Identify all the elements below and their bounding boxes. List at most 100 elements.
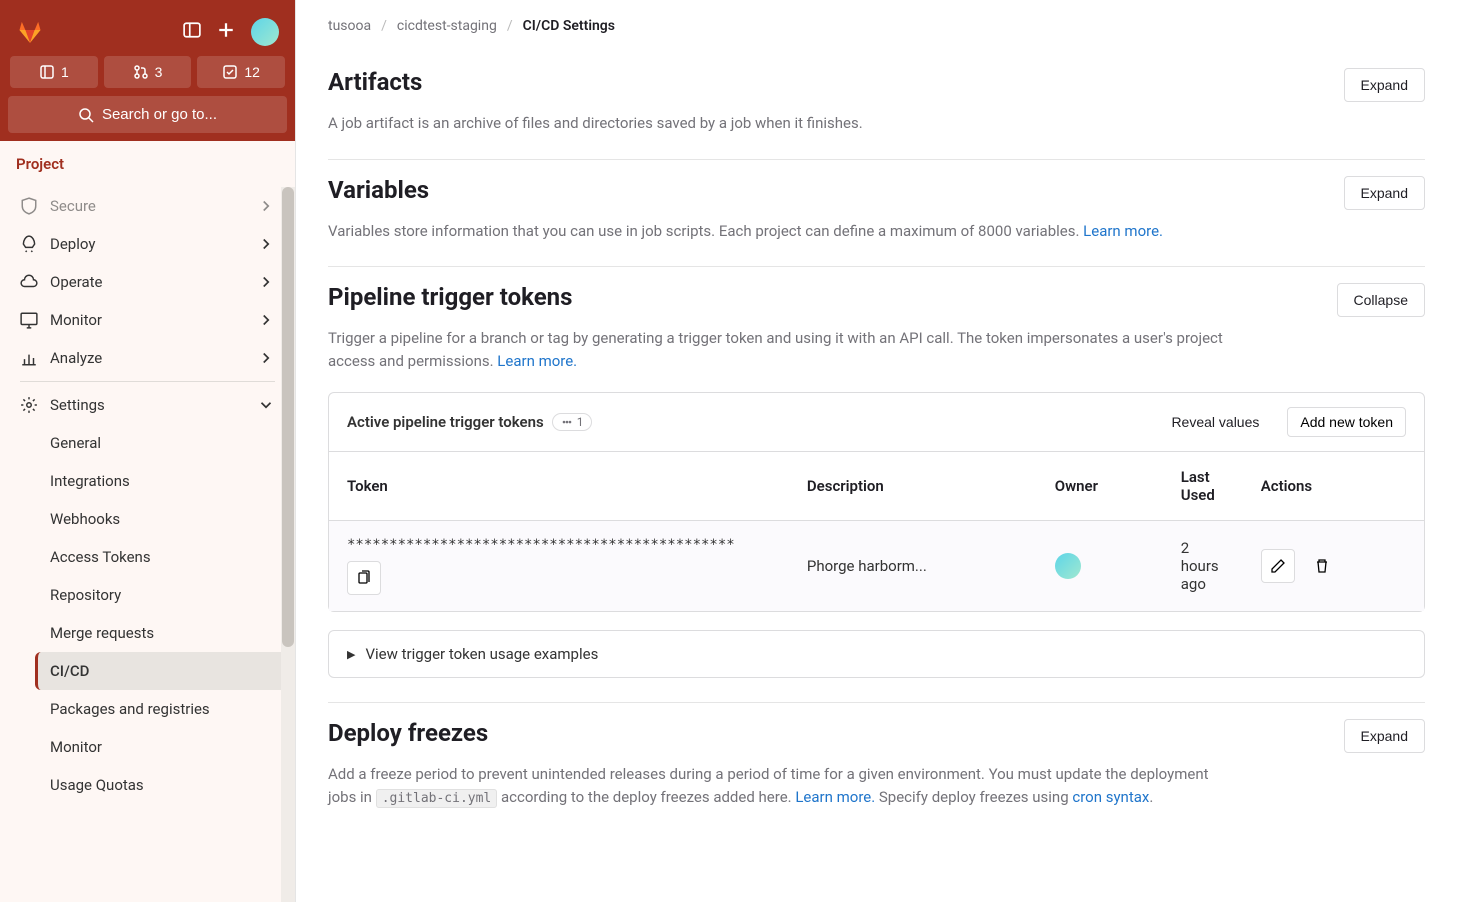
breadcrumb-item[interactable]: tusooa (328, 18, 371, 34)
user-avatar[interactable] (251, 18, 279, 46)
usage-examples-details[interactable]: View trigger token usage examples (328, 630, 1425, 678)
counter-row: 1 3 12 (8, 56, 287, 94)
section-desc: Trigger a pipeline for a branch or tag b… (328, 327, 1228, 372)
chevron-right-icon (257, 197, 275, 215)
panel-head: Active pipeline trigger tokens 1 Reveal … (329, 393, 1424, 452)
sidebar-item-analyze[interactable]: Analyze (8, 339, 287, 377)
nav-scroll: Secure Deploy Operate Monitor (0, 187, 295, 902)
learn-more-link[interactable]: Learn more. (1083, 222, 1163, 240)
owner-avatar[interactable] (1055, 553, 1081, 579)
col-actions: Actions (1243, 452, 1424, 521)
merge-requests-counter[interactable]: 3 (104, 56, 192, 88)
section-desc: Add a freeze period to prevent unintende… (328, 763, 1228, 808)
scrollbar-thumb[interactable] (282, 187, 294, 647)
code-inline: .gitlab-ci.yml (376, 789, 498, 808)
section-artifacts: Artifacts Expand A job artifact is an ar… (328, 52, 1425, 160)
sidebar-item-settings[interactable]: Settings (8, 386, 287, 424)
col-description: Description (789, 452, 1037, 521)
trash-icon (1314, 558, 1330, 574)
section-desc: A job artifact is an archive of files an… (328, 112, 1228, 135)
usage-summary[interactable]: View trigger token usage examples (329, 631, 1424, 677)
edit-token-button[interactable] (1261, 549, 1295, 583)
col-last-used: Last Used (1163, 452, 1243, 521)
reveal-values-button[interactable]: Reveal values (1161, 408, 1269, 436)
breadcrumb-separator: / (507, 18, 513, 34)
sidebar-sub-usage-quotas[interactable]: Usage Quotas (38, 766, 287, 804)
settings-sub-list: General Integrations Webhooks Access Tok… (8, 424, 287, 804)
tokens-panel: Active pipeline trigger tokens 1 Reveal … (328, 392, 1425, 612)
sidebar-top: 1 3 12 Search or go to... (0, 0, 295, 141)
plus-icon[interactable] (217, 21, 235, 43)
main-content: tusooa / cicdtest-staging / CI/CD Settin… (296, 0, 1457, 902)
sidebar-sub-packages[interactable]: Packages and registries (38, 690, 287, 728)
nav-label: Secure (50, 197, 96, 215)
hidden-icon (561, 416, 573, 428)
sidebar-item-deploy[interactable]: Deploy (8, 225, 287, 263)
nav-list: Secure Deploy Operate Monitor (0, 187, 295, 820)
nav-label: Operate (50, 273, 103, 291)
learn-more-link[interactable]: Learn more. (795, 788, 875, 806)
chevron-right-icon (257, 273, 275, 291)
section-desc: Variables store information that you can… (328, 220, 1228, 243)
expand-button[interactable]: Expand (1344, 719, 1425, 753)
sidebar-sub-repository[interactable]: Repository (38, 576, 287, 614)
project-label[interactable]: Project (0, 141, 295, 187)
issues-counter[interactable]: 1 (10, 56, 98, 88)
last-used-cell: 2 hours ago (1163, 521, 1243, 612)
panel-title: Active pipeline trigger tokens (347, 413, 544, 431)
section-title: Pipeline trigger tokens (328, 283, 572, 311)
gitlab-logo-icon[interactable] (16, 16, 44, 48)
add-new-token-button[interactable]: Add new token (1287, 407, 1406, 437)
sidebar-item-operate[interactable]: Operate (8, 263, 287, 301)
header-icons (183, 18, 279, 46)
pencil-icon (1270, 558, 1286, 574)
sidebar-item-monitor[interactable]: Monitor (8, 301, 287, 339)
todos-counter[interactable]: 12 (197, 56, 285, 88)
breadcrumb: tusooa / cicdtest-staging / CI/CD Settin… (328, 0, 1425, 52)
section-pipeline-tokens: Pipeline trigger tokens Collapse Trigger… (328, 267, 1425, 703)
cron-syntax-link[interactable]: cron syntax (1072, 788, 1149, 806)
sidebar-sub-cicd[interactable]: CI/CD (35, 652, 287, 690)
sidebar-item-secure[interactable]: Secure (8, 187, 287, 225)
nav-label: Deploy (50, 235, 95, 253)
cloud-icon (20, 273, 38, 291)
nav-divider (20, 381, 275, 382)
sidebar-sub-general[interactable]: General (38, 424, 287, 462)
breadcrumb-current: CI/CD Settings (523, 18, 615, 34)
token-value: ****************************************… (347, 537, 771, 553)
sidebar-sub-monitor[interactable]: Monitor (38, 728, 287, 766)
expand-button[interactable]: Expand (1344, 68, 1425, 102)
chevron-right-icon (257, 311, 275, 329)
scrollbar-track[interactable] (281, 187, 295, 902)
collapse-button[interactable]: Collapse (1337, 283, 1425, 317)
breadcrumb-separator: / (381, 18, 387, 34)
actions-cell (1243, 521, 1424, 612)
search-button[interactable]: Search or go to... (8, 96, 287, 133)
copy-token-button[interactable] (347, 561, 381, 595)
monitor-icon (20, 311, 38, 329)
sidebar-sub-webhooks[interactable]: Webhooks (38, 500, 287, 538)
nav-label: Monitor (50, 311, 102, 329)
delete-token-button[interactable] (1305, 549, 1339, 583)
sidebar-sub-merge-requests[interactable]: Merge requests (38, 614, 287, 652)
col-token: Token (329, 452, 789, 521)
gear-icon (20, 396, 38, 414)
copy-icon (356, 570, 372, 586)
panel-icon[interactable] (183, 21, 201, 43)
table-row: ****************************************… (329, 521, 1424, 612)
sidebar-sub-integrations[interactable]: Integrations (38, 462, 287, 500)
chevron-right-icon (257, 349, 275, 367)
learn-more-link[interactable]: Learn more. (497, 352, 577, 370)
token-cell: ****************************************… (329, 521, 789, 612)
sidebar-header (8, 8, 287, 56)
chevron-right-icon (257, 235, 275, 253)
section-title: Deploy freezes (328, 719, 488, 747)
breadcrumb-item[interactable]: cicdtest-staging (397, 18, 497, 34)
sidebar: 1 3 12 Search or go to... Project (0, 0, 296, 902)
nav-label: Settings (50, 396, 105, 414)
sidebar-sub-access-tokens[interactable]: Access Tokens (38, 538, 287, 576)
owner-cell (1037, 521, 1163, 612)
expand-button[interactable]: Expand (1344, 176, 1425, 210)
chevron-down-icon (257, 396, 275, 414)
description-cell: Phorge harborm... (789, 521, 1037, 612)
